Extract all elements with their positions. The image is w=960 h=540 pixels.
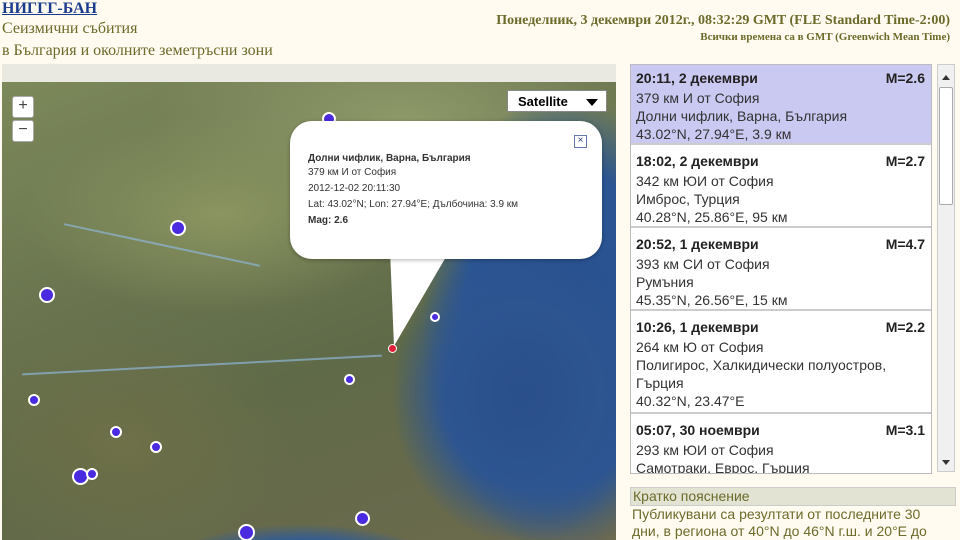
event-distance: 264 км Ю от София <box>636 339 764 355</box>
popup-coords: Lat: 43.02°N; Lon: 27.94°E; Дълбочина: 3… <box>308 199 519 210</box>
legend-panel: Кратко пояснение Публикувани са резултат… <box>630 487 956 540</box>
event-info-popup: × Долни чифлик, Варна, България 379 км И… <box>290 121 602 259</box>
event-time: 20:11, 2 декември <box>636 70 758 86</box>
event-distance: 393 км СИ от София <box>636 256 770 272</box>
event-distance: 293 км ЮИ от София <box>636 442 774 458</box>
close-icon[interactable]: × <box>574 135 587 148</box>
popup-tail <box>390 250 448 346</box>
current-date: Понеделник, 3 декември 2012г., 08:32:29 … <box>496 13 950 28</box>
event-magnitude: M=4.7 <box>885 236 925 252</box>
zoom-in-button[interactable]: + <box>12 96 34 118</box>
event-list[interactable]: 20:11, 2 декември M=2.6 379 км И от София… <box>630 64 932 474</box>
event-magnitude: M=2.6 <box>885 70 925 86</box>
event-marker[interactable] <box>344 374 355 385</box>
popup-datetime: 2012-12-02 20:11:30 <box>308 183 401 194</box>
event-place: Имброс, Турция <box>636 191 740 207</box>
event-place: Полигирос, Халкидически полуостров, <box>636 357 887 373</box>
site-subtitle-line2: в България и околните земетръсни зони <box>2 42 273 59</box>
river-line <box>63 223 261 267</box>
legend-text-line1: Публикувани са резултати от последните 3… <box>632 506 921 522</box>
event-marker[interactable] <box>355 511 370 526</box>
event-list-item[interactable]: 20:52, 1 декември M=4.7 393 км СИ от Софи… <box>631 231 931 311</box>
event-marker[interactable] <box>39 287 55 303</box>
map-type-label: Satellite <box>518 94 568 109</box>
legend-title: Кратко пояснение <box>630 487 956 506</box>
event-time: 05:07, 30 ноември <box>636 422 760 438</box>
event-list-item[interactable]: 18:02, 2 декември M=2.7 342 км ЮИ от Софи… <box>631 148 931 228</box>
event-time: 18:02, 2 декември <box>636 153 759 169</box>
event-place: Долни чифлик, Варна, България <box>636 108 848 124</box>
river-line <box>22 354 382 376</box>
event-coords: 40.28°N, 25.86°E, 95 км <box>636 209 788 225</box>
event-marker[interactable] <box>28 394 40 406</box>
event-magnitude: M=2.7 <box>885 153 925 169</box>
event-distance: 379 км И от София <box>636 90 760 106</box>
popup-distance: 379 км И от София <box>308 167 397 178</box>
scroll-up-icon[interactable] <box>942 75 950 80</box>
event-list-item[interactable]: 10:26, 1 декември M=2.2 264 км Ю от София… <box>631 314 931 414</box>
event-coords: 45.35°N, 26.56°E, 15 км <box>636 292 788 308</box>
event-time: 20:52, 1 декември <box>636 236 759 252</box>
event-distance: 342 км ЮИ от София <box>636 173 774 189</box>
legend-text-line2: дни, в региона от 40°N до 46°N г.ш. и 20… <box>632 523 927 539</box>
event-list-item[interactable]: 20:11, 2 декември M=2.6 379 км И от София… <box>631 65 931 145</box>
event-marker[interactable] <box>150 441 162 453</box>
event-coords: 43.02°N, 27.94°E, 3.9 км <box>636 126 792 142</box>
scrollbar-thumb[interactable] <box>939 87 953 205</box>
event-marker[interactable] <box>86 468 98 480</box>
event-magnitude: M=2.2 <box>885 319 925 335</box>
site-subtitle-line1: Сеизмични събития <box>2 20 138 37</box>
dropdown-arrow-icon <box>586 99 598 106</box>
event-magnitude: M=3.1 <box>885 422 925 438</box>
scroll-down-icon[interactable] <box>942 460 950 465</box>
popup-place: Долни чифлик, Варна, България <box>308 153 471 164</box>
event-place-cont: Гърция <box>636 375 684 391</box>
event-marker[interactable] <box>170 220 186 236</box>
map-top-strip <box>2 64 616 82</box>
event-place: Румъния <box>636 274 694 290</box>
event-list-item[interactable]: 05:07, 30 ноември M=3.1 293 км ЮИ от Софи… <box>631 417 931 474</box>
map-type-select[interactable]: Satellite <box>507 90 607 112</box>
event-place: Самотраки, Еврос, Гърция <box>636 460 810 474</box>
event-marker[interactable] <box>238 524 255 540</box>
zoom-out-button[interactable]: − <box>12 120 34 142</box>
event-coords: 40.32°N, 23.47°E <box>636 393 745 409</box>
event-marker[interactable] <box>110 426 122 438</box>
event-time: 10:26, 1 декември <box>636 319 759 335</box>
popup-magnitude: Mag: 2.6 <box>308 215 349 226</box>
org-link[interactable]: НИГГГ-БАН <box>2 0 97 18</box>
timezone-note: Всички времена са в GMT (Greenwich Mean … <box>700 31 950 43</box>
event-list-scrollbar[interactable] <box>937 64 955 472</box>
